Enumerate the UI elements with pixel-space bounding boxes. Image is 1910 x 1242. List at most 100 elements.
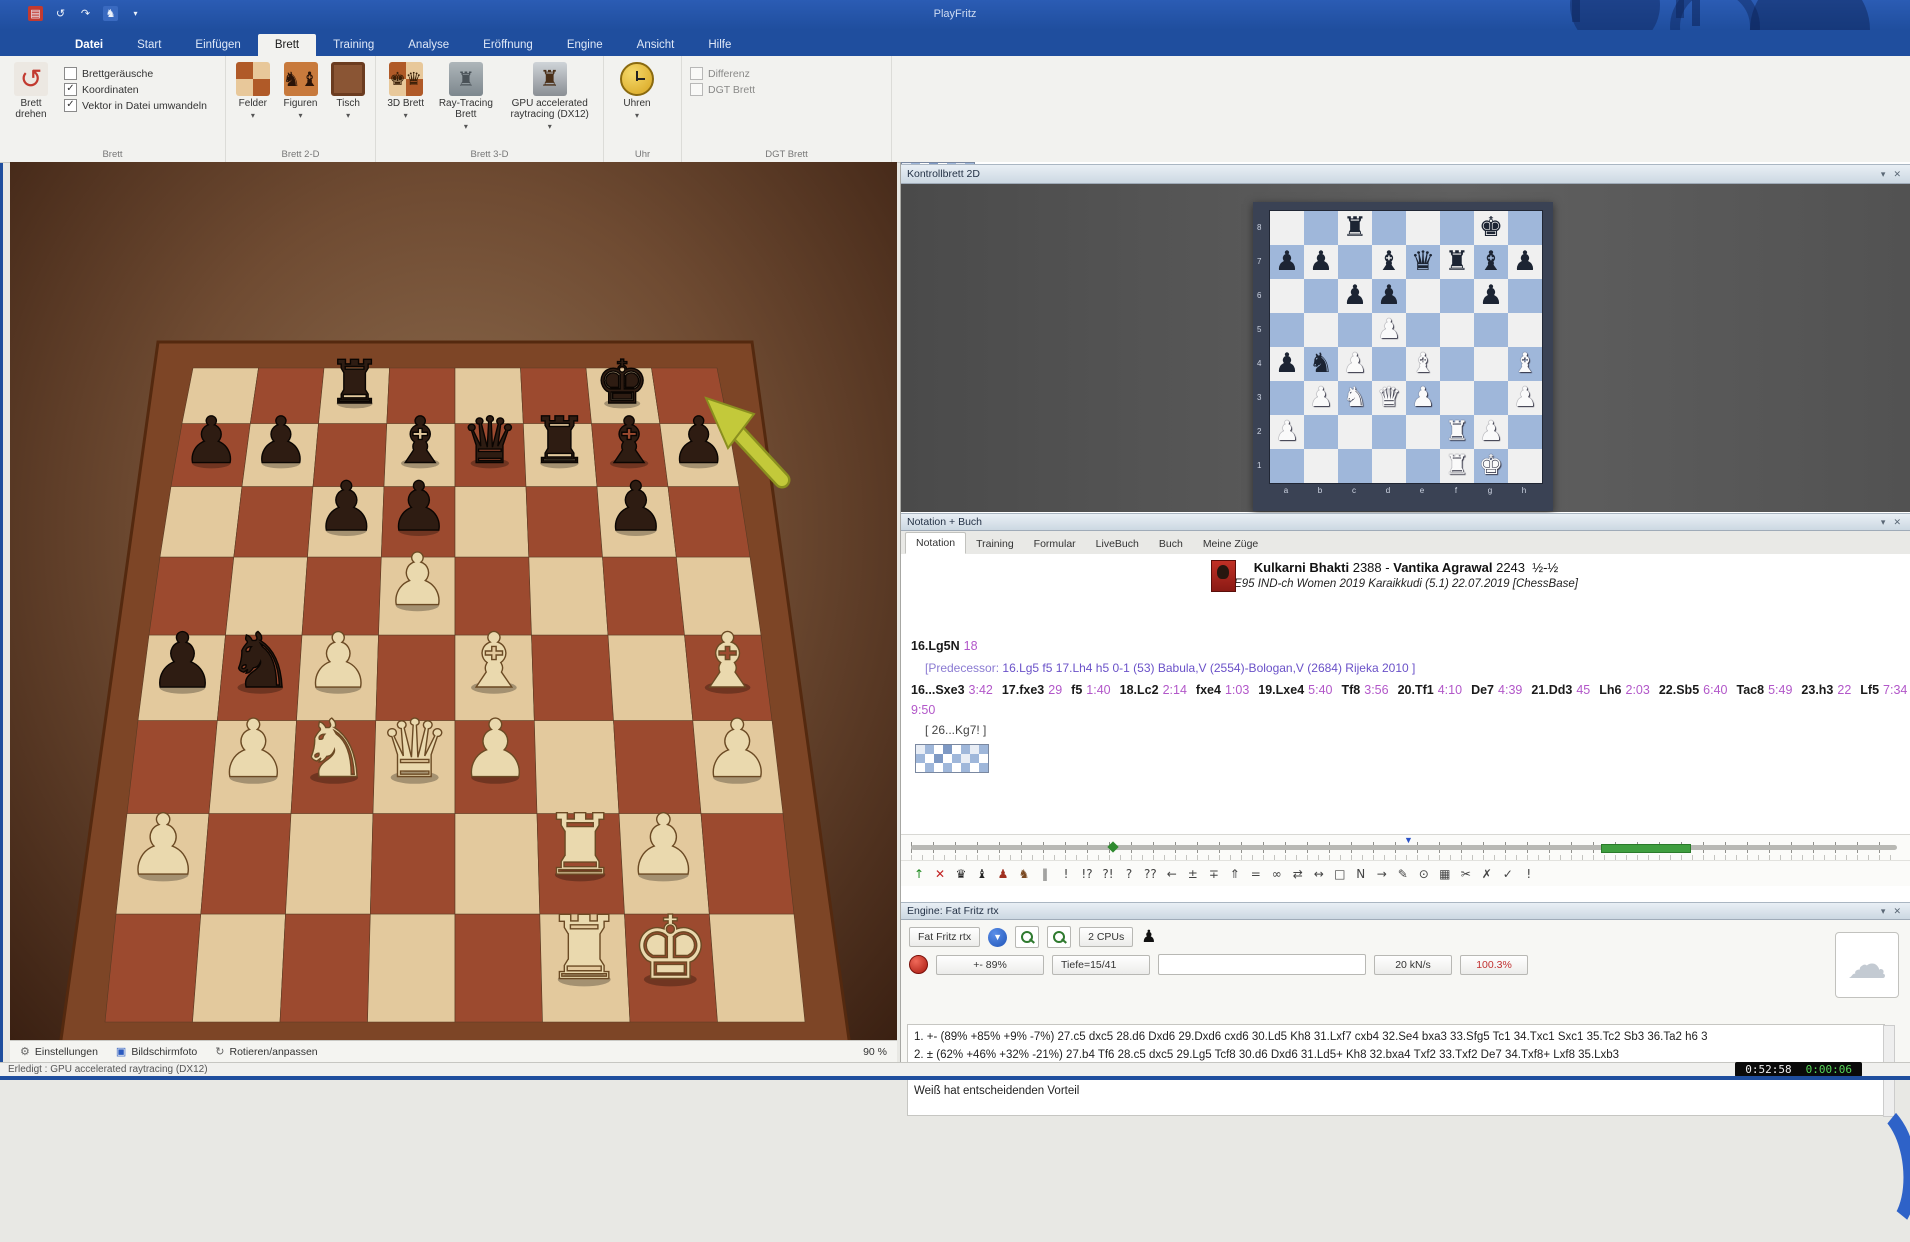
figuren-button[interactable]: ♞♝ Figuren▾ — [282, 62, 320, 120]
ribbon-tab-training[interactable]: Training — [316, 34, 391, 56]
empty-square[interactable] — [1338, 449, 1372, 483]
empty-square[interactable] — [1474, 347, 1508, 381]
engine-status-line[interactable]: Weiß hat entscheidenden Vorteil — [914, 1082, 1878, 1100]
black-pawn[interactable]: ♟ — [1304, 245, 1338, 279]
checkbox-dgt-brett[interactable]: DGT Brett — [690, 83, 755, 96]
ok-icon[interactable]: ✓ — [1502, 867, 1514, 881]
board-3d[interactable]: ♜♚♟♟♝♛♜♝♟♟♟♟♟♟♞♟♝♝♟♞♛♟♟♟♜♟♜♚ — [10, 162, 897, 1040]
engine-line[interactable]: 1. +- (89% +85% +9% -7%) 27.c5 dxc5 28.d… — [914, 1028, 1878, 1046]
move[interactable]: 16...Sxe3 — [911, 683, 965, 697]
diagram-thumbnail[interactable] — [915, 744, 989, 773]
panel-close-icon[interactable]: ✕ — [1889, 906, 1905, 917]
move[interactable]: 19.Lxe4 — [1258, 683, 1304, 697]
empty-square[interactable] — [1304, 279, 1338, 313]
empty-square[interactable] — [1508, 279, 1542, 313]
swap-icon[interactable]: ⇄ — [1292, 867, 1304, 881]
bishop-icon[interactable]: ♝ — [976, 867, 988, 881]
load-button[interactable]: 100.3% — [1460, 955, 1528, 975]
black-pawn[interactable]: ♟ — [1508, 245, 1542, 279]
main-moves-line[interactable]: 16...Sxe33:4217.fxe329f51:4018.Lc22:14fx… — [911, 680, 1910, 720]
ribbon-tab-brett[interactable]: Brett — [258, 34, 316, 56]
checkbox-vektor[interactable]: ✓ Vektor in Datei umwandeln — [64, 99, 207, 112]
move[interactable]: Tac8 — [1737, 683, 1765, 697]
white-pawn[interactable]: ♟ — [1304, 381, 1338, 415]
white-rook[interactable]: ♜ — [1440, 449, 1474, 483]
raytracing-button[interactable]: ♜ Ray-Tracing Brett▾ — [437, 62, 494, 131]
empty-square[interactable] — [1338, 313, 1372, 347]
ribbon-tab-hilfe[interactable]: Hilfe — [691, 34, 748, 56]
notation-tab-notation[interactable]: Notation — [905, 532, 966, 554]
forward-icon[interactable]: → — [1376, 867, 1388, 881]
rotate-board-button[interactable]: ↺ Brett drehen — [8, 62, 54, 120]
move[interactable]: Tf8 — [1342, 683, 1361, 697]
settings-button[interactable]: ⚙ Einstellungen — [20, 1045, 98, 1058]
empty-square[interactable] — [1508, 313, 1542, 347]
slight-adv-icon[interactable]: ± — [1187, 867, 1199, 881]
queen-icon[interactable]: ♛ — [955, 867, 967, 881]
empty-square[interactable] — [1338, 415, 1372, 449]
black-pawn[interactable]: ♟ — [1338, 279, 1372, 313]
white-rook[interactable]: ♜ — [1440, 415, 1474, 449]
empty-square[interactable] — [1406, 415, 1440, 449]
notation-moves[interactable]: 16.Lg5N18 [Predecessor: 16.Lg5 f5 17.Lh4… — [901, 632, 1910, 777]
empty-square[interactable] — [1406, 211, 1440, 245]
black-queen[interactable]: ♛ — [1406, 245, 1440, 279]
engine-panel-header[interactable]: Engine: Fat Fritz rtx ▾ ✕ — [901, 902, 1910, 920]
notation-tab-formular[interactable]: Formular — [1024, 534, 1086, 554]
grid-icon[interactable]: ▦ — [1439, 867, 1451, 881]
empty-square[interactable] — [1508, 415, 1542, 449]
white-pawn[interactable]: ♟ — [1270, 415, 1304, 449]
good-move-icon[interactable]: ! — [1060, 867, 1072, 881]
tisch-button[interactable]: Tisch▾ — [329, 62, 367, 120]
panel-menu-icon[interactable]: ▾ — [1877, 906, 1890, 917]
move[interactable]: 17.fxe3 — [1002, 683, 1044, 697]
novelty-icon[interactable]: N — [1355, 867, 1367, 881]
bestmove-field[interactable] — [1158, 954, 1366, 975]
white-bishop[interactable]: ♝ — [1508, 347, 1542, 381]
move[interactable]: Lf5 — [1860, 683, 1879, 697]
white-queen[interactable]: ♛ — [1372, 381, 1406, 415]
black-king[interactable]: ♚ — [1474, 211, 1508, 245]
move[interactable]: 23.h3 — [1801, 683, 1833, 697]
empty-square[interactable] — [1440, 313, 1474, 347]
predecessor-line[interactable]: [Predecessor: 16.Lg5 f5 17.Lh4 h5 0-1 (5… — [925, 658, 1910, 678]
ribbon-tab-analyse[interactable]: Analyse — [391, 34, 466, 56]
empty-square[interactable] — [1304, 449, 1338, 483]
diagram-icon[interactable]: □ — [1334, 867, 1346, 881]
cpus-button[interactable]: 2 CPUs — [1079, 927, 1133, 947]
board-2d[interactable]: 87654321 ♜♚♟♟♝♛♜♝♟♟♟♟♟♟♞♟♝♝♟♞♛♟♟♟♜♟♜♚ ab… — [1253, 202, 1553, 511]
empty-square[interactable] — [1270, 313, 1304, 347]
move[interactable]: De7 — [1471, 683, 1494, 697]
empty-square[interactable] — [1440, 279, 1474, 313]
white-pawn[interactable]: ♟ — [1338, 347, 1372, 381]
counterplay-icon[interactable]: ↔ — [1313, 867, 1325, 881]
checkbox-differenz[interactable]: Differenz — [690, 67, 755, 80]
engine-name-button[interactable]: Fat Fritz rtx — [909, 927, 980, 947]
cloud-button[interactable]: ☁ — [1835, 932, 1899, 998]
move[interactable]: 22.Sb5 — [1659, 683, 1699, 697]
ribbon-tab-datei[interactable]: Datei — [58, 34, 120, 56]
empty-square[interactable] — [1474, 313, 1508, 347]
ribbon-tab-start[interactable]: Start — [120, 34, 178, 56]
ribbon-tab-einfügen[interactable]: Einfügen — [178, 34, 257, 56]
panel-menu-icon[interactable]: ▾ — [1877, 517, 1890, 528]
slider-track[interactable] — [911, 845, 1897, 850]
white-king[interactable]: ♚ — [1474, 449, 1508, 483]
zoom-out-icon[interactable] — [1047, 926, 1071, 948]
board2d-panel-header[interactable]: Kontrollbrett 2D ▾ ✕ — [901, 164, 1910, 184]
move[interactable]: 18.Lc2 — [1120, 683, 1159, 697]
black-rook[interactable]: ♜ — [1338, 211, 1372, 245]
empty-square[interactable] — [1406, 313, 1440, 347]
speed-button[interactable]: 20 kN/s — [1374, 955, 1452, 975]
notation-tab-livebuch[interactable]: LiveBuch — [1086, 534, 1149, 554]
white-pawn[interactable]: ♟ — [1406, 381, 1440, 415]
move[interactable]: Lh6 — [1599, 683, 1621, 697]
mistake-icon[interactable]: ? — [1123, 867, 1135, 881]
white-knight[interactable]: ♞ — [1338, 381, 1372, 415]
gpu-raytracing-button[interactable]: ♜ GPU accelerated raytracing (DX12)▾ — [504, 62, 595, 131]
empty-square[interactable] — [1304, 415, 1338, 449]
empty-square[interactable] — [1304, 211, 1338, 245]
panel-close-icon[interactable]: ✕ — [1889, 169, 1905, 180]
adv-black-icon[interactable]: ∓ — [1208, 867, 1220, 881]
empty-square[interactable] — [1270, 449, 1304, 483]
